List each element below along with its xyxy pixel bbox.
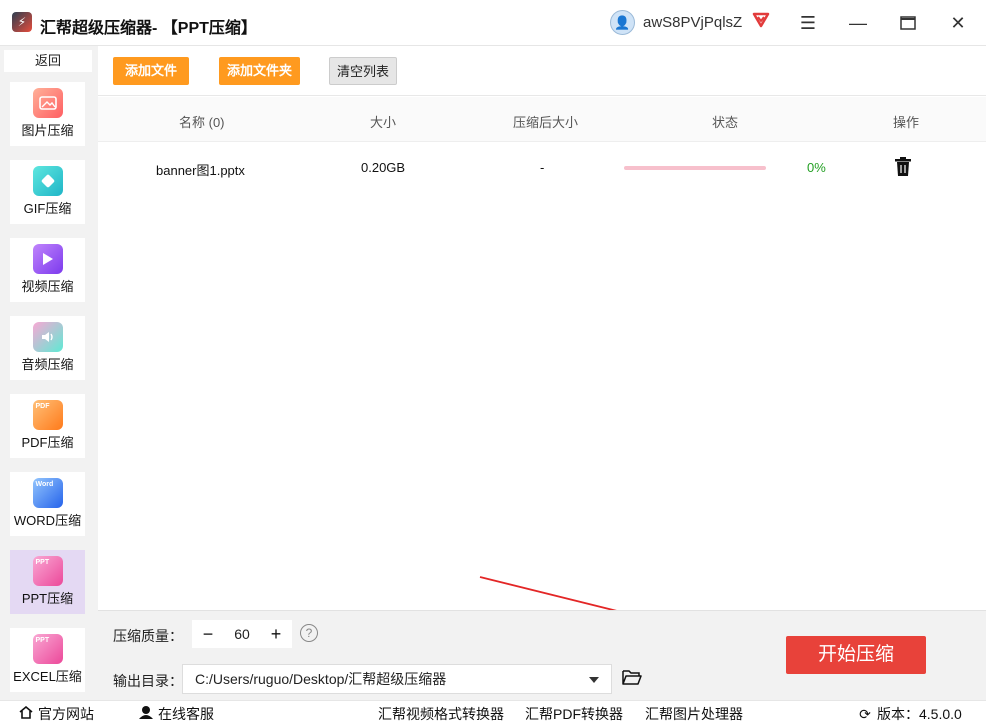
delete-icon[interactable] <box>895 157 911 177</box>
website-label: 官方网站 <box>38 706 94 722</box>
image-icon <box>32 88 63 118</box>
toolbar: 添加文件 添加文件夹 清空列表 <box>98 46 986 96</box>
folder-open-icon[interactable] <box>622 669 642 685</box>
pdf-icon: PDF <box>32 400 63 430</box>
sidebar-item-image[interactable]: 图片压缩 <box>10 82 85 146</box>
home-icon <box>18 705 34 722</box>
file-size: 0.20GB <box>361 160 406 175</box>
settings-panel: 压缩质量： − 60 + ? 输出目录： C:/Users/ruguo/Desk… <box>98 610 986 700</box>
section-name: 【PPT压缩】 <box>161 20 257 37</box>
excel-icon: PPT <box>32 634 63 664</box>
footer: 官方网站 在线客服 汇帮视频格式转换器 汇帮PDF转换器 汇帮图片处理器 ⟳ 版本… <box>0 700 986 723</box>
title-separator: - <box>152 20 158 37</box>
back-button[interactable]: 返回 <box>4 50 92 72</box>
video-icon <box>32 244 63 274</box>
output-label: 输出目录： <box>113 673 183 689</box>
support-link[interactable]: 在线客服 <box>138 704 214 723</box>
title-bar: ⚡ 汇帮超级压缩器 - 【PPT压缩】 👤 awS8PVjPqlsZ ☰ — ✕ <box>0 0 986 46</box>
quality-value[interactable]: 60 <box>224 626 260 642</box>
app-name: 汇帮超级压缩器 <box>40 20 153 37</box>
word-icon: Word <box>32 478 63 508</box>
table-row[interactable]: banner图1.pptx 0.20GB - 0% <box>98 143 986 193</box>
refresh-icon: ⟳ <box>859 706 871 722</box>
file-name: banner图1.pptx <box>156 163 245 178</box>
headset-icon <box>138 705 154 722</box>
sidebar-item-gif[interactable]: GIF压缩 <box>10 160 85 224</box>
add-file-button[interactable]: 添加文件 <box>113 57 189 85</box>
footer-link-video[interactable]: 汇帮视频格式转换器 <box>378 704 504 723</box>
sidebar-item-video[interactable]: 视频压缩 <box>10 238 85 302</box>
avatar[interactable]: 👤 <box>610 10 635 35</box>
increment-button[interactable]: + <box>266 623 286 645</box>
sidebar-item-label: 音频压缩 <box>21 357 74 372</box>
app-logo-icon: ⚡ <box>12 12 32 32</box>
sidebar-item-audio[interactable]: 音频压缩 <box>10 316 85 380</box>
output-dir-select[interactable]: C:/Users/ruguo/Desktop/汇帮超级压缩器 <box>182 664 612 694</box>
version-info[interactable]: ⟳ 版本：4.5.0.0 <box>857 704 962 723</box>
add-folder-button[interactable]: 添加文件夹 <box>219 57 300 85</box>
ppt-icon: PPT <box>32 556 63 586</box>
sidebar-item-word[interactable]: Word WORD压缩 <box>10 472 85 536</box>
window-section-title: - 【PPT压缩】 <box>152 14 257 38</box>
column-action: 操作 <box>893 115 920 130</box>
file-compressed-size: - <box>540 160 545 175</box>
progress-percent: 0% <box>807 160 826 175</box>
username[interactable]: awS8PVjPqlsZ <box>643 14 742 31</box>
sidebar-item-excel[interactable]: PPT EXCEL压缩 <box>10 628 85 692</box>
column-size: 大小 <box>370 115 397 130</box>
maximize-icon[interactable] <box>893 8 923 38</box>
sidebar-item-label: PPT压缩 <box>21 591 74 606</box>
sidebar-item-label: PDF压缩 <box>21 435 74 450</box>
output-dir-path: C:/Users/ruguo/Desktop/汇帮超级压缩器 <box>195 671 447 687</box>
footer-link-image[interactable]: 汇帮图片处理器 <box>645 704 743 723</box>
decrement-button[interactable]: − <box>198 623 218 645</box>
footer-link-pdf[interactable]: 汇帮PDF转换器 <box>525 704 623 723</box>
chevron-down-icon[interactable] <box>589 677 599 683</box>
quality-label: 压缩质量： <box>113 628 183 644</box>
version-label: 版本：4.5.0.0 <box>877 706 962 722</box>
progress-bar <box>624 166 766 170</box>
minimize-icon[interactable]: — <box>843 8 873 38</box>
audio-icon <box>32 322 63 352</box>
sidebar-item-label: GIF压缩 <box>23 201 72 216</box>
sidebar: 返回 图片压缩 GIF压缩 视频压缩 音频压缩 PDF PDF压缩 Word W… <box>0 46 98 700</box>
sidebar-item-label: EXCEL压缩 <box>13 669 82 684</box>
support-label: 在线客服 <box>158 706 214 722</box>
sidebar-item-label: WORD压缩 <box>13 513 82 528</box>
column-status: 状态 <box>712 115 739 130</box>
sidebar-item-label: 视频压缩 <box>21 279 74 294</box>
help-icon[interactable]: ? <box>300 624 318 642</box>
column-compressed-size: 压缩后大小 <box>513 115 579 130</box>
sidebar-item-ppt[interactable]: PPT PPT压缩 <box>10 550 85 614</box>
column-name: 名称 (0) <box>179 115 225 130</box>
gif-icon <box>32 166 63 196</box>
pdf-icon-badge: PDF <box>35 403 50 410</box>
sidebar-item-pdf[interactable]: PDF PDF压缩 <box>10 394 85 458</box>
website-link[interactable]: 官方网站 <box>18 704 94 723</box>
start-compress-button[interactable]: 开始压缩 <box>786 636 926 674</box>
sidebar-item-label: 图片压缩 <box>21 123 74 138</box>
vip-icon[interactable] <box>752 12 770 33</box>
close-icon[interactable]: ✕ <box>943 8 973 38</box>
word-icon-badge: Word <box>35 481 54 488</box>
quality-stepper[interactable]: − 60 + <box>192 620 292 648</box>
file-table-header: 名称 (0) 大小 压缩后大小 状态 操作 <box>98 97 986 142</box>
menu-icon[interactable]: ☰ <box>793 8 823 38</box>
clear-list-button[interactable]: 清空列表 <box>329 57 397 85</box>
ppt-icon-badge: PPT <box>35 559 50 566</box>
excel-icon-badge: PPT <box>35 637 50 644</box>
